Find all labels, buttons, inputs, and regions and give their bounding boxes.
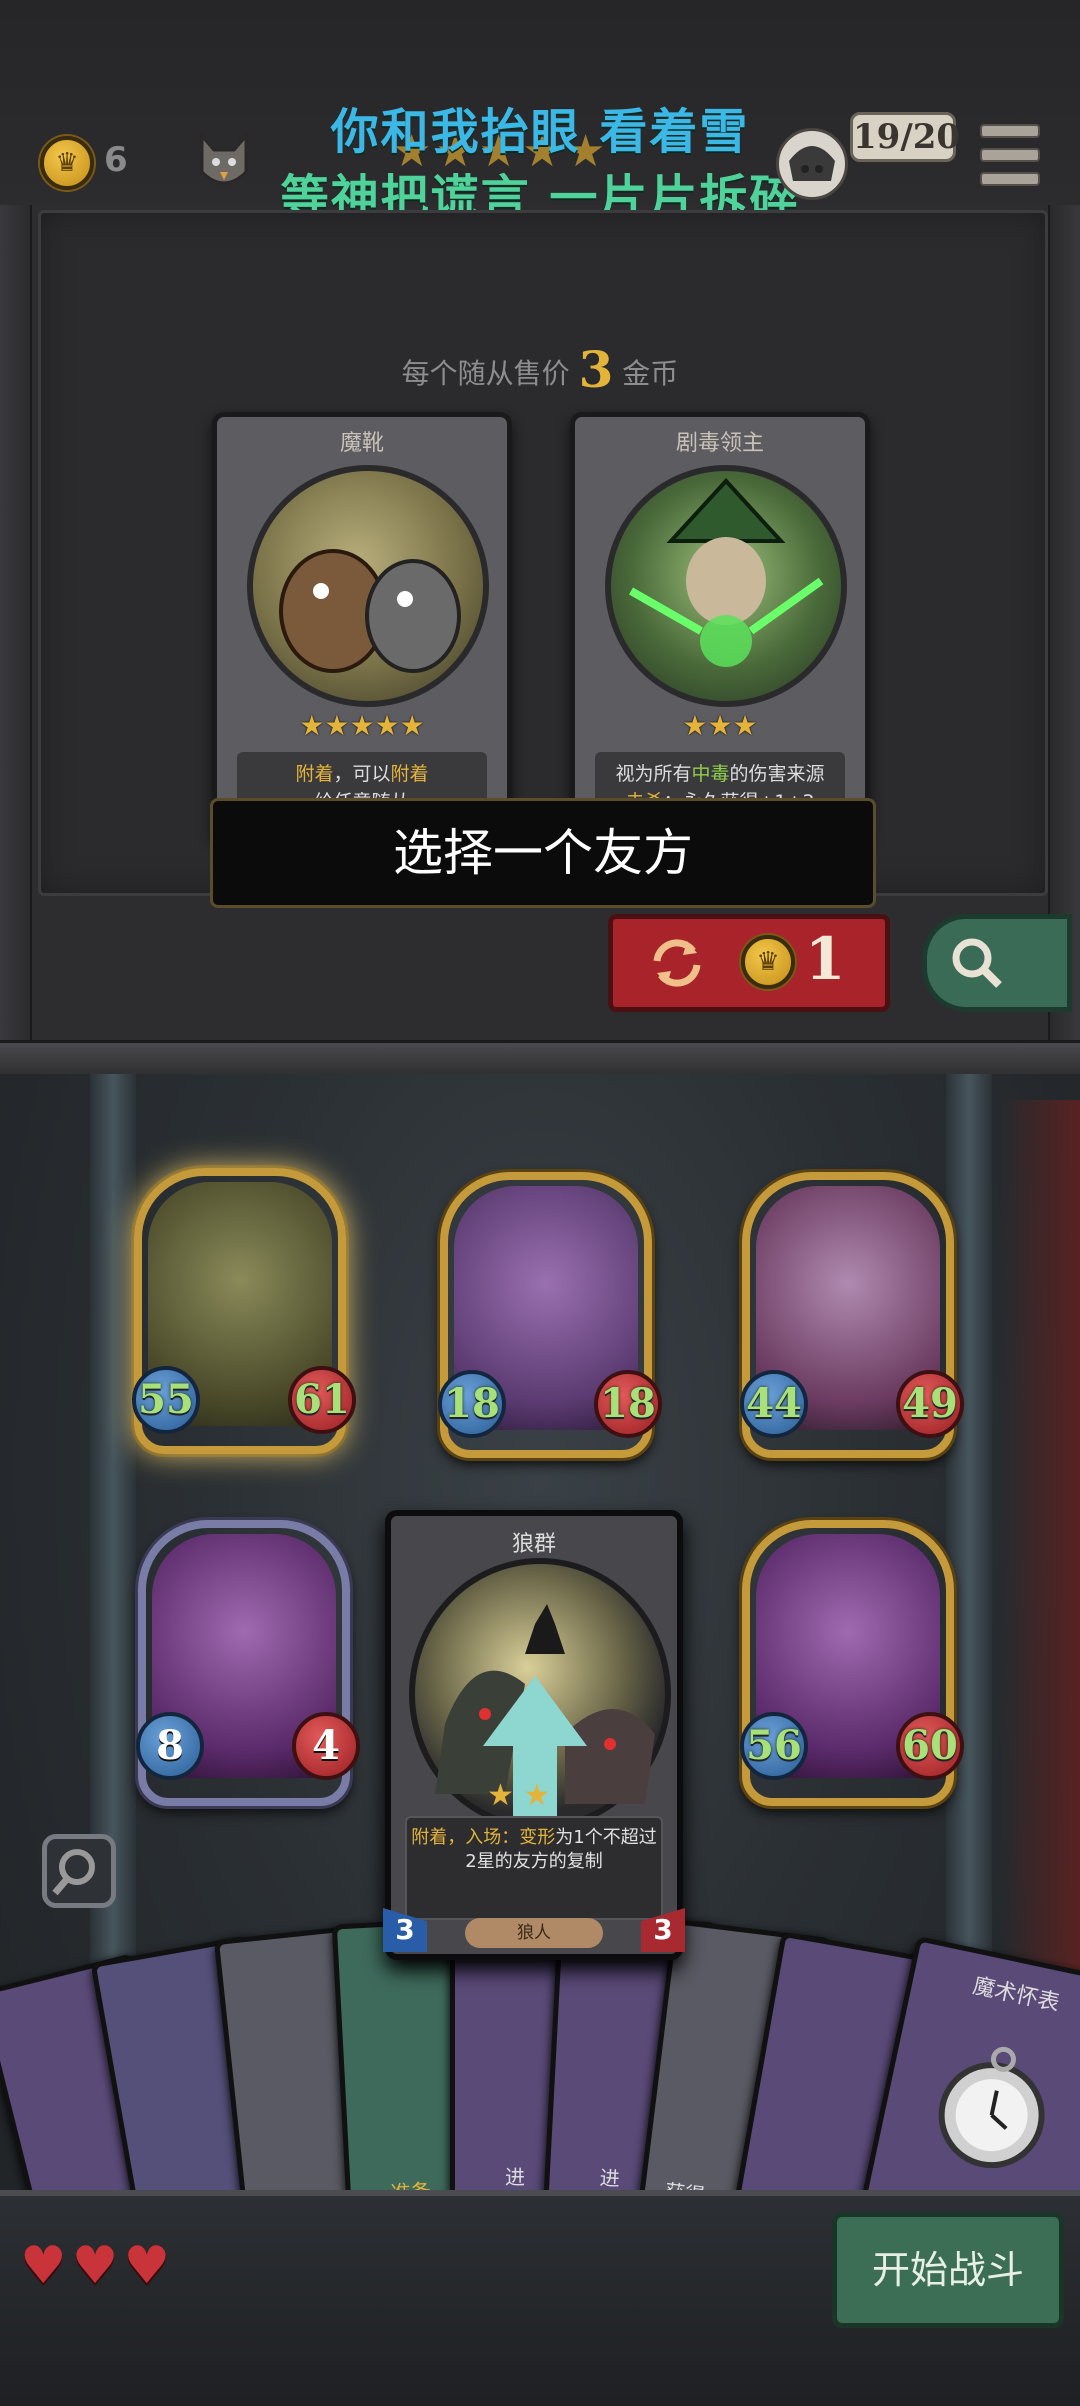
start-battle-button[interactable]: 开始战斗 <box>832 2212 1064 2328</box>
minion-attack: 55 <box>132 1366 200 1434</box>
menu-icon[interactable] <box>980 124 1040 196</box>
lives-display: ♥ ♥ ♥ <box>20 2236 170 2296</box>
hand-card-text: 进 <box>505 2165 525 2189</box>
opponent-avatar[interactable] <box>776 128 848 200</box>
zoom-icon[interactable] <box>42 1834 116 1908</box>
price-info: 每个随从售价 3 金币 <box>0 340 1080 399</box>
minion-slot-1[interactable]: 55 61 <box>132 1168 356 1454</box>
card-stars: ★★★★★ <box>299 709 425 742</box>
card-name: 魔靴 <box>339 431 384 456</box>
card-portrait <box>247 465 489 707</box>
desc-text: 2星的友方的复制 <box>465 1851 603 1872</box>
minion-attack: 18 <box>438 1370 506 1438</box>
minion-slot-5[interactable]: 56 60 <box>740 1520 964 1806</box>
heart-icon: ♥ <box>71 2236 119 2296</box>
pocket-watch-icon <box>938 2046 1045 2169</box>
minion-attack: 56 <box>740 1712 808 1780</box>
card-portrait <box>605 465 847 707</box>
desc-text: ，可以 <box>333 763 391 785</box>
minion-health: 49 <box>896 1370 964 1438</box>
card-name: 狼群 <box>511 1532 556 1557</box>
price-prefix: 每个随从售价 <box>401 357 570 390</box>
shop-card-magic-boots[interactable]: 魔靴 ★★★★★ 附着，可以附着 给任意随从 <box>212 412 512 842</box>
turn-counter: 19/20 <box>850 112 960 162</box>
tribe-label: 狼人 <box>465 1918 603 1948</box>
minion-slot-2[interactable]: 18 18 <box>438 1172 662 1458</box>
card-stars: ★★★ <box>682 709 758 742</box>
card-name: 魔术怀表 <box>970 1973 1062 2017</box>
pillar-right <box>946 1074 992 1974</box>
hand-card-text: 进 <box>599 2165 621 2191</box>
minion-health: 60 <box>896 1712 964 1780</box>
gold-coin-icon: ♛ <box>741 935 795 989</box>
search-button[interactable] <box>922 914 1072 1012</box>
desc-text: 为1个不超过 <box>555 1827 657 1848</box>
desc-text: 视为所有 <box>615 763 692 785</box>
minion-attack: 44 <box>740 1370 808 1438</box>
card-name: 剧毒领主 <box>675 431 764 456</box>
desc-text: 的伤害来源 <box>729 763 825 785</box>
keyword-attach: 附着 <box>295 763 334 785</box>
shop-frame <box>38 210 1048 896</box>
refresh-icon <box>653 939 701 987</box>
keyword-poison: 中毒 <box>691 763 730 785</box>
keyword-attach: 附着 <box>390 763 429 785</box>
refresh-button[interactable]: ♛ 1 <box>608 914 890 1012</box>
select-arrow-icon <box>483 1676 587 1746</box>
refresh-cost: 1 <box>805 925 846 993</box>
price-value: 3 <box>578 340 614 399</box>
minion-health: 61 <box>288 1366 356 1434</box>
background-glow <box>1000 1100 1080 2000</box>
heart-icon: ♥ <box>20 2236 67 2296</box>
minion-slot-4[interactable]: 8 4 <box>136 1520 360 1806</box>
heart-icon: ♥ <box>123 2236 171 2296</box>
search-icon <box>952 938 1002 988</box>
price-suffix: 金币 <box>622 357 679 390</box>
minion-attack: 8 <box>136 1712 204 1780</box>
shop-card-poison-lord[interactable]: 剧毒领主 ★★★ 视为所有中毒的伤害来源 击杀：永久获得+1+3 <box>570 412 870 842</box>
select-prompt-banner: 选择一个友方 <box>210 798 876 908</box>
minion-slot-3[interactable]: 44 49 <box>740 1172 964 1458</box>
minion-health: 4 <box>292 1712 360 1780</box>
minion-health: 18 <box>594 1370 662 1438</box>
keyword-attach-enter: 附着，入场： <box>411 1827 520 1848</box>
card-stars: ★ ★ <box>487 1778 551 1813</box>
selected-card-wolf-pack[interactable]: 狼群 ★ ★ 附着，入场：变形为1个不超过 2星的友方的复制 狼人 3 3 <box>383 1510 685 1960</box>
card-description: 附着，入场：变形为1个不超过 2星的友方的复制 <box>405 1816 663 1920</box>
keyword-transform: 变形 <box>519 1827 556 1848</box>
